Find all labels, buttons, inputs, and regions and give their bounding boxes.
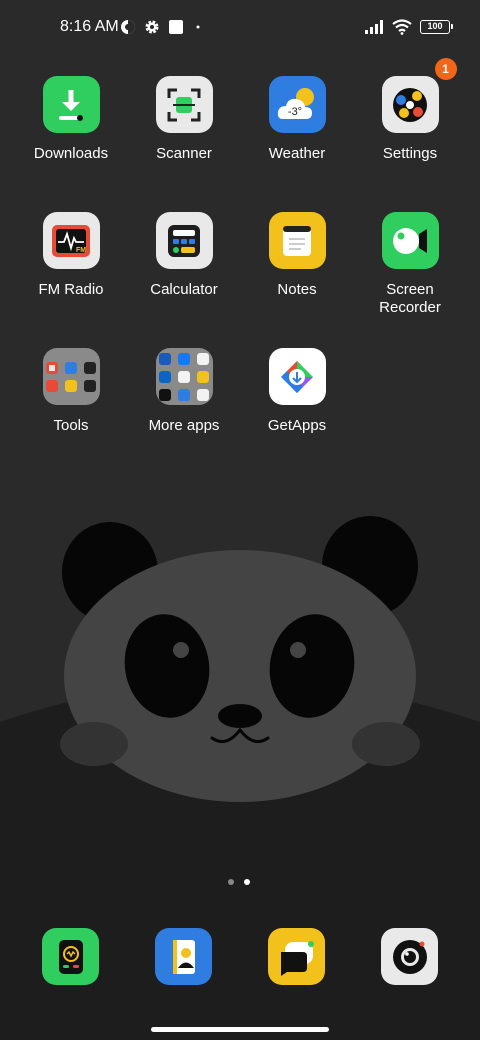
calculator-icon — [155, 212, 213, 269]
weather-icon: -3° — [268, 76, 326, 133]
data-saver-icon — [121, 20, 135, 34]
app-label: Notes — [277, 281, 317, 298]
app-calculator[interactable]: Calculator — [129, 212, 239, 299]
getapps-icon — [268, 348, 326, 405]
scanner-icon — [155, 76, 213, 133]
wifi-icon — [392, 19, 412, 35]
messaging-icon[interactable] — [268, 928, 325, 985]
app-label: Settings — [382, 145, 438, 162]
page-dot-active[interactable] — [244, 879, 250, 885]
contacts-icon[interactable] — [155, 928, 212, 985]
battery-icon: 100 — [420, 20, 453, 34]
status-bar: 8:16 AM 100 — [0, 14, 480, 42]
settings-gear-icon — [145, 20, 159, 34]
camera-icon[interactable] — [381, 928, 438, 985]
page-indicator — [228, 879, 250, 885]
download-icon — [42, 76, 100, 133]
app-label: GetApps — [267, 417, 327, 434]
app-label: Downloads — [33, 145, 109, 162]
signal-icon — [365, 20, 383, 34]
app-fm-radio[interactable]: FM FM Radio — [16, 212, 126, 299]
app-more-apps-folder[interactable]: More apps — [129, 348, 239, 435]
app-settings[interactable]: 1 Settings — [355, 58, 465, 163]
phone-icon[interactable] — [42, 928, 99, 985]
app-label: Calculator — [150, 281, 218, 298]
app-label: Screen Recorder — [379, 281, 441, 316]
radio-fm-text: FM — [76, 247, 86, 254]
tools-folder-icon — [42, 348, 100, 405]
page-dot[interactable] — [228, 879, 234, 885]
app-scanner[interactable]: Scanner — [129, 76, 239, 163]
app-notes[interactable]: Notes — [242, 212, 352, 299]
app-weather[interactable]: -3° Weather — [242, 76, 352, 163]
app-getapps[interactable]: GetApps — [242, 348, 352, 435]
app-label: Tools — [53, 417, 89, 434]
square-notification-icon — [169, 20, 183, 34]
home-indicator[interactable] — [151, 1027, 329, 1032]
app-tools-folder[interactable]: Tools — [16, 348, 126, 435]
notification-badge: 1 — [434, 58, 457, 80]
status-time: 8:16 AM — [60, 18, 119, 35]
settings-icon: 1 — [381, 58, 457, 133]
more-apps-folder-icon — [155, 348, 213, 405]
dot-icon — [196, 25, 200, 29]
app-label: Scanner — [156, 145, 212, 162]
app-downloads[interactable]: Downloads — [16, 76, 126, 163]
app-label: More apps — [148, 417, 220, 434]
screen-recorder-icon — [381, 212, 439, 269]
weather-temp: -3° — [288, 106, 302, 118]
notes-icon — [268, 212, 326, 269]
app-label: Weather — [268, 145, 326, 162]
app-screen-recorder[interactable]: Screen Recorder — [355, 212, 465, 317]
app-label: FM Radio — [38, 281, 104, 298]
radio-icon: FM — [42, 212, 100, 269]
